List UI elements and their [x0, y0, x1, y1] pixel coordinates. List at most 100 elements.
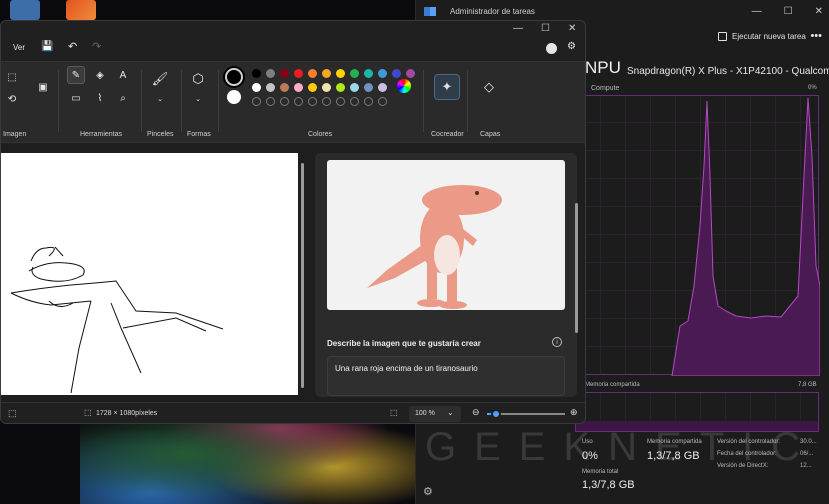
more-options-button[interactable]: ••• — [810, 30, 822, 42]
primary-color[interactable] — [225, 68, 243, 86]
zoom-select[interactable]: 100 % ⌄ — [409, 406, 461, 422]
run-new-task-button[interactable]: Ejecutar nueva tarea — [718, 32, 806, 41]
color-swatch[interactable] — [322, 83, 331, 92]
brush-dropdown-chevron-icon[interactable]: ⌄ — [151, 90, 169, 108]
custom-color-slot[interactable] — [322, 97, 331, 106]
secondary-color[interactable] — [227, 90, 241, 104]
custom-color-slot[interactable] — [266, 97, 275, 106]
group-brushes-label: Pinceles — [147, 131, 174, 138]
custom-color-slot[interactable] — [294, 97, 303, 106]
color-swatch[interactable] — [350, 69, 359, 78]
custom-color-slot[interactable] — [280, 97, 289, 106]
group-layers-label: Capas — [480, 131, 501, 138]
redo-icon[interactable]: ↷ — [92, 40, 101, 53]
minimize-button[interactable]: — — [513, 23, 523, 34]
paint-window: — ☐ ✕ Ver 💾 ↶ ↷ ⚙ ⬚ ⟲ ▣ Imagen ✎ ◈ A ▭ ⌇… — [0, 20, 586, 424]
fit-to-window-icon[interactable]: ⬚ — [390, 408, 398, 417]
status-bar: ⬚ ⬚ 1728 × 1080píxeles ⬚ 100 % ⌄ ⊖ ⊕ — [1, 402, 585, 423]
color-swatch[interactable] — [266, 83, 275, 92]
color-swatch[interactable] — [378, 69, 387, 78]
maximize-button[interactable]: ☐ — [541, 23, 550, 34]
selection-icon: ⬚ — [8, 408, 17, 418]
sketch-drawing — [10, 246, 224, 394]
color-swatch[interactable] — [378, 83, 387, 92]
fill-icon[interactable]: ◈ — [91, 66, 109, 84]
color-swatch[interactable] — [364, 69, 373, 78]
color-swatch[interactable] — [406, 69, 415, 78]
settings-icon[interactable]: ⚙ — [567, 41, 576, 52]
custom-color-slot[interactable] — [364, 97, 373, 106]
prompt-input[interactable]: Una rana roja encima de un tiranosaurio — [327, 356, 565, 396]
shapes-dropdown-chevron-icon[interactable]: ⌄ — [189, 90, 207, 108]
color-swatch[interactable] — [280, 83, 289, 92]
canvas-scrollbar-thumb[interactable] — [301, 163, 304, 388]
color-swatch[interactable] — [322, 69, 331, 78]
image-tools-icon[interactable]: ▣ — [34, 78, 52, 96]
zoom-slider[interactable] — [487, 409, 565, 419]
select-icon[interactable]: ⬚ — [3, 68, 21, 86]
color-swatch[interactable] — [392, 69, 401, 78]
color-swatch[interactable] — [252, 69, 261, 78]
text-icon[interactable]: A — [114, 66, 132, 84]
minimize-button[interactable]: — — [752, 6, 762, 17]
compute-max-label: 0% — [808, 85, 817, 91]
ribbon-divider — [218, 70, 219, 132]
color-swatch[interactable] — [364, 83, 373, 92]
account-icon[interactable] — [546, 43, 557, 54]
maximize-button[interactable]: ☐ — [784, 6, 793, 17]
custom-color-slot[interactable] — [308, 97, 317, 106]
color-swatch[interactable] — [336, 69, 345, 78]
color-swatch[interactable] — [280, 69, 289, 78]
drawing-canvas[interactable] — [1, 153, 298, 395]
zoom-out-icon[interactable]: ⊖ — [472, 407, 480, 418]
info-icon[interactable]: i — [552, 337, 562, 347]
shared-memory-max: 7,8 GB — [798, 382, 817, 388]
save-icon[interactable]: 💾 — [41, 41, 53, 52]
layers-icon[interactable]: ◇ — [476, 74, 502, 100]
compute-graph-svg — [671, 97, 820, 376]
edit-colors-icon[interactable] — [397, 79, 411, 93]
shared-memory-label: Memoria compartida — [585, 382, 640, 388]
canvas-scrollbar[interactable] — [300, 153, 305, 397]
zoom-in-icon[interactable]: ⊕ — [570, 407, 578, 418]
ribbon-divider — [181, 70, 182, 132]
paint-menubar: Ver 💾 ↶ ↷ ⚙ — [1, 39, 585, 59]
canvas-size-icon: ⬚ — [84, 408, 92, 417]
magnifier-icon[interactable]: ⌕ — [114, 89, 132, 107]
task-manager-app-icon — [424, 6, 436, 16]
menu-view[interactable]: Ver — [13, 43, 25, 52]
custom-color-slot[interactable] — [252, 97, 261, 106]
color-swatch[interactable] — [266, 69, 275, 78]
zoom-slider-knob[interactable] — [491, 409, 502, 419]
color-swatch[interactable] — [350, 83, 359, 92]
compute-graph-area — [671, 97, 820, 376]
rotate-icon[interactable]: ⟲ — [3, 90, 21, 108]
color-swatch[interactable] — [294, 83, 303, 92]
custom-color-slot[interactable] — [350, 97, 359, 106]
canvas-area — [1, 144, 313, 402]
shapes-icon[interactable]: ⬡ — [189, 70, 207, 88]
color-swatch[interactable] — [336, 83, 345, 92]
color-picker-icon[interactable]: ⌇ — [91, 89, 109, 107]
ribbon-divider — [141, 70, 142, 132]
eraser-icon[interactable]: ▭ — [67, 89, 85, 107]
color-swatch[interactable] — [308, 83, 317, 92]
brush-icon[interactable]: 🖌 — [151, 70, 169, 88]
cocreator-pane: Describe la imagen que te gustaría crear… — [313, 144, 585, 402]
color-swatch[interactable] — [252, 83, 261, 92]
custom-color-slot[interactable] — [378, 97, 387, 106]
cocreator-scrollbar[interactable] — [575, 203, 578, 333]
custom-color-slot[interactable] — [336, 97, 345, 106]
pencil-icon[interactable]: ✎ — [67, 66, 85, 84]
cocreator-icon[interactable]: ✦ — [434, 74, 460, 100]
undo-icon[interactable]: ↶ — [68, 40, 77, 53]
recycle-bin-icon[interactable] — [10, 0, 40, 20]
close-button[interactable]: ✕ — [815, 6, 823, 17]
color-swatch[interactable] — [294, 69, 303, 78]
settings-gear-icon[interactable]: ⚙ — [423, 485, 433, 498]
dinosaur-illustration — [367, 185, 502, 309]
color-swatch[interactable] — [308, 69, 317, 78]
app-shortcut-icon[interactable] — [66, 0, 96, 20]
generated-image[interactable] — [327, 160, 565, 310]
close-button[interactable]: ✕ — [568, 23, 576, 34]
